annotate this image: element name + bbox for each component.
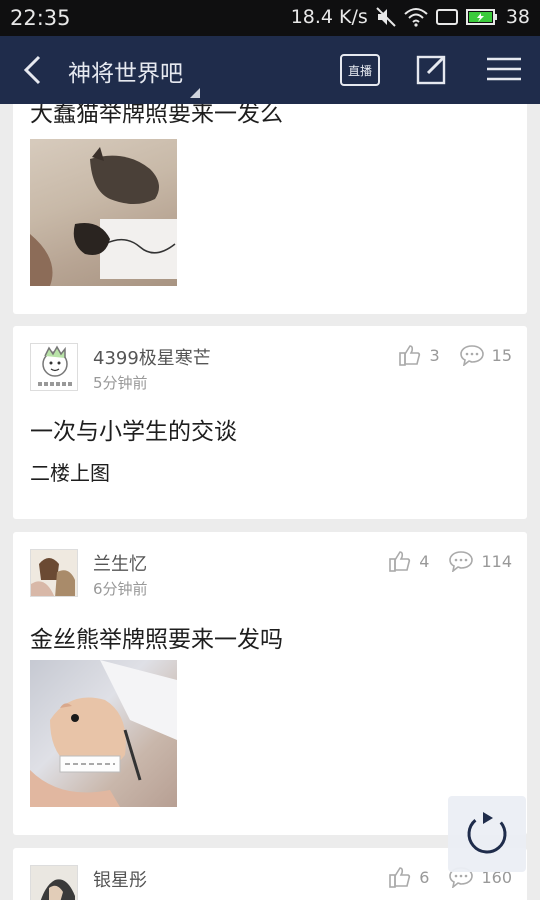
battery-level: 38 xyxy=(505,6,530,28)
post-image[interactable] xyxy=(30,660,177,807)
battery-icon xyxy=(465,9,497,25)
comment-count: 114 xyxy=(481,551,512,571)
author-name[interactable]: 银星彤 xyxy=(93,866,147,892)
live-label: 直播 xyxy=(347,63,372,78)
comment-stat[interactable]: 114 xyxy=(449,550,512,572)
refresh-button[interactable] xyxy=(448,796,526,872)
forum-title[interactable]: 神将世界吧 xyxy=(68,54,183,88)
live-button[interactable]: 直播 xyxy=(340,54,380,86)
like-stat[interactable]: 4 xyxy=(389,550,429,572)
mute-icon xyxy=(376,7,396,27)
post-title[interactable]: 大蠢猫举牌照要来一发么 xyxy=(30,104,283,128)
post-card[interactable]: 兰生忆 6分钟前 4 114 金丝熊举牌照要来一发吗 xyxy=(13,532,527,835)
like-stat[interactable]: 6 xyxy=(389,866,429,888)
comment-icon xyxy=(449,551,474,572)
photo-hamster-sign xyxy=(30,660,177,807)
thumbs-up-icon xyxy=(389,551,411,572)
comment-icon xyxy=(459,345,484,366)
thumbs-up-icon xyxy=(399,345,421,366)
refresh-icon xyxy=(467,812,507,854)
post-title[interactable]: 一次与小学生的交谈 xyxy=(30,412,237,446)
post-stats: 4 114 xyxy=(369,550,512,572)
post-stats: 3 15 xyxy=(379,344,512,366)
avatar[interactable] xyxy=(30,865,78,900)
author-name[interactable]: 兰生忆 xyxy=(93,550,147,576)
edit-icon[interactable] xyxy=(416,53,448,85)
like-count: 4 xyxy=(419,551,430,571)
post-time: 6分钟前 xyxy=(93,580,148,598)
status-time: 22:35 xyxy=(10,6,71,30)
avatar-image xyxy=(37,345,73,388)
wifi-icon xyxy=(404,8,428,27)
menu-icon[interactable] xyxy=(487,56,521,82)
app-bar: 神将世界吧 直播 xyxy=(0,36,540,104)
author-name[interactable]: 4399极星寒芒 xyxy=(93,344,211,370)
comment-count: 15 xyxy=(491,345,512,365)
screen-icon xyxy=(435,9,458,25)
comment-stat[interactable]: 15 xyxy=(459,344,512,366)
avatar[interactable] xyxy=(30,343,78,391)
like-stat[interactable]: 3 xyxy=(399,344,440,366)
photo-cat-sign xyxy=(30,147,177,286)
post-body: 二楼上图 xyxy=(30,461,110,485)
thumbs-up-icon xyxy=(389,867,411,888)
title-dropdown-icon[interactable] xyxy=(190,88,200,98)
post-time: 5分钟前 xyxy=(93,374,148,392)
status-bar: 22:35 18.4 K/s 38 xyxy=(0,0,540,36)
back-arrow-icon[interactable] xyxy=(20,54,46,86)
post-title[interactable]: 金丝熊举牌照要来一发吗 xyxy=(30,620,283,654)
avatar-image xyxy=(31,866,77,900)
network-speed: 18.4 K/s xyxy=(290,6,368,28)
avatar[interactable] xyxy=(30,549,78,597)
post-card[interactable]: 大蠢猫举牌照要来一发么 xyxy=(13,104,527,314)
post-card[interactable]: 4399极星寒芒 5分钟前 3 15 一次与小学生的交谈 二楼上图 xyxy=(13,326,527,519)
post-feed[interactable]: 大蠢猫举牌照要来一发么 4399极星寒芒 5分钟前 3 15 一次与小学生的交谈… xyxy=(0,104,540,900)
post-image[interactable] xyxy=(30,139,177,286)
like-count: 3 xyxy=(429,345,440,365)
status-icons: 18.4 K/s 38 xyxy=(291,6,530,28)
like-count: 6 xyxy=(419,867,430,887)
avatar-image xyxy=(31,550,77,596)
